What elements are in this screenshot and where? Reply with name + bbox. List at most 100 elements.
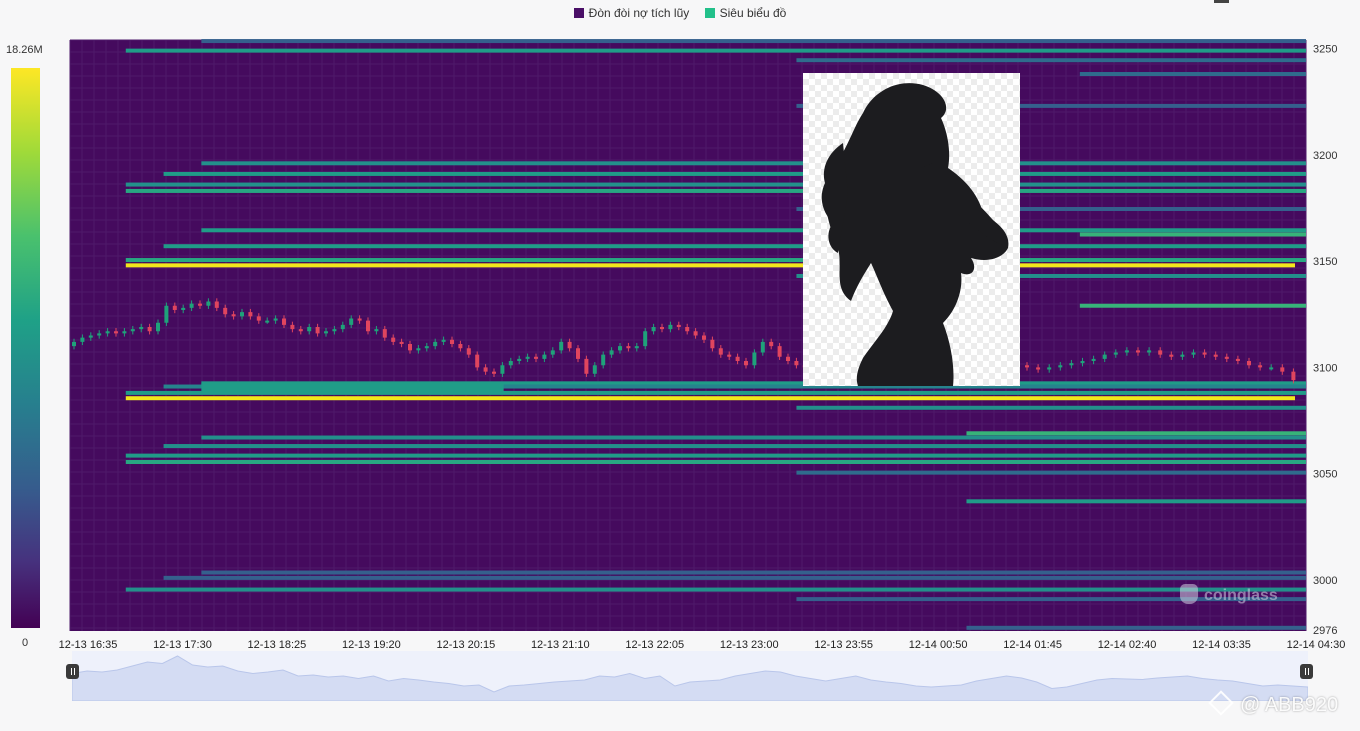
candle-body xyxy=(130,329,135,332)
y-tick-label: 3150 xyxy=(1313,256,1337,268)
candle-body xyxy=(231,314,236,317)
candle-body xyxy=(466,348,471,355)
candle-body xyxy=(349,318,354,325)
liquidation-band xyxy=(201,570,1306,575)
liquidation-band xyxy=(201,435,1306,440)
candle-body xyxy=(710,339,715,349)
candle-body xyxy=(223,307,228,315)
candle-body xyxy=(517,358,522,362)
candle-body xyxy=(1147,350,1152,353)
x-tick-label: 12-13 18:25 xyxy=(248,639,307,651)
candle-body xyxy=(567,341,572,349)
candle-body xyxy=(735,356,740,362)
candle-body xyxy=(760,341,765,353)
liquidation-band xyxy=(796,470,1306,475)
range-handle-left[interactable] xyxy=(66,664,79,679)
candle-body xyxy=(248,312,253,317)
x-tick-label: 12-13 16:35 xyxy=(59,639,118,651)
candle-body xyxy=(332,329,337,332)
x-tick-label: 12-13 20:15 xyxy=(436,639,495,651)
candle-body xyxy=(88,335,93,338)
candle-body xyxy=(1069,363,1074,366)
liquidation-heatmap-chart[interactable]: 3250 3200 3150 3100 3050 3000 2976 12-13 16:35… xyxy=(0,0,1360,731)
y-tick-label: 3250 xyxy=(1313,44,1337,56)
liquidation-band xyxy=(1079,303,1306,308)
x-tick-label: 12-14 04:30 xyxy=(1287,639,1346,651)
coinglass-logo-text: coinglass xyxy=(1204,587,1278,604)
x-tick-label: 12-14 01:45 xyxy=(1003,639,1062,651)
candle-body xyxy=(542,354,547,359)
x-tick-label: 12-13 23:55 xyxy=(814,639,873,651)
candle-body xyxy=(441,339,446,342)
candle-body xyxy=(273,318,278,321)
overview-area-path xyxy=(71,655,1309,702)
liquidation-band xyxy=(163,171,1306,176)
liquidation-band xyxy=(163,244,1306,249)
candle-body xyxy=(1180,354,1185,357)
candle-body xyxy=(72,341,76,347)
candle-body xyxy=(164,305,169,323)
candle-body xyxy=(450,339,454,345)
liquidation-band xyxy=(125,258,1307,263)
liquidation-band xyxy=(125,453,1307,458)
liquidation-band xyxy=(163,575,1306,580)
candle-body xyxy=(1036,367,1041,370)
time-range-navigator[interactable] xyxy=(71,651,1309,702)
candle-body xyxy=(265,320,270,323)
candle-body xyxy=(198,303,202,306)
candle-body xyxy=(399,341,404,345)
candle-body xyxy=(366,320,370,332)
candle-body xyxy=(1224,356,1229,359)
candle-body xyxy=(458,344,463,349)
candle-body xyxy=(752,352,757,366)
candle-body xyxy=(391,337,396,342)
plot-area xyxy=(70,40,1306,631)
liquidation-band xyxy=(125,459,1307,464)
candle-body xyxy=(550,350,555,355)
candle-body xyxy=(643,331,648,347)
liquidation-band xyxy=(201,161,1306,166)
candle-body xyxy=(559,341,564,351)
candle-body xyxy=(702,335,706,340)
candle-body xyxy=(181,307,186,310)
candle-body xyxy=(324,331,328,334)
x-tick-label: 12-14 02:40 xyxy=(1098,639,1157,651)
candle-body xyxy=(1058,365,1063,368)
liquidation-band xyxy=(201,228,1306,233)
candle-body xyxy=(500,365,505,374)
range-handle-right[interactable] xyxy=(1300,664,1313,679)
candle-body xyxy=(1247,361,1251,366)
candle-body xyxy=(214,301,219,308)
liquidation-band xyxy=(125,263,1296,268)
candle-body xyxy=(80,337,85,342)
binance-square-icon xyxy=(1208,690,1234,716)
x-tick-label: 12-13 17:30 xyxy=(153,639,212,651)
candle-body xyxy=(651,326,656,332)
liquidation-band xyxy=(796,58,1306,63)
candle-body xyxy=(508,361,513,366)
coinglass-logo-icon xyxy=(1180,584,1198,604)
x-tick-label: 12-13 21:10 xyxy=(531,639,590,651)
candle-body xyxy=(156,322,160,332)
candle-body xyxy=(114,331,118,334)
liquidation-band xyxy=(966,625,1306,630)
liquidation-band xyxy=(125,48,1307,53)
candle-body xyxy=(282,318,286,325)
x-tick-label: 12-13 19:20 xyxy=(342,639,401,651)
candle-body xyxy=(592,365,597,374)
candle-body xyxy=(240,312,244,317)
candle-body xyxy=(584,358,589,374)
x-tick-label: 12-13 23:00 xyxy=(720,639,779,651)
candle-body xyxy=(1202,352,1207,355)
candle-body xyxy=(1102,354,1107,359)
candle-body xyxy=(1235,358,1240,362)
y-axis: 3250 3200 3150 3100 3050 3000 2976 xyxy=(1313,44,1337,637)
candle-body xyxy=(408,344,412,351)
candle-body xyxy=(97,333,102,336)
candle-body xyxy=(433,341,438,347)
candle-body xyxy=(609,350,614,355)
liquidation-band xyxy=(966,499,1306,504)
candle-body xyxy=(777,346,782,357)
candle-body xyxy=(676,324,681,327)
candle-body xyxy=(357,318,362,321)
